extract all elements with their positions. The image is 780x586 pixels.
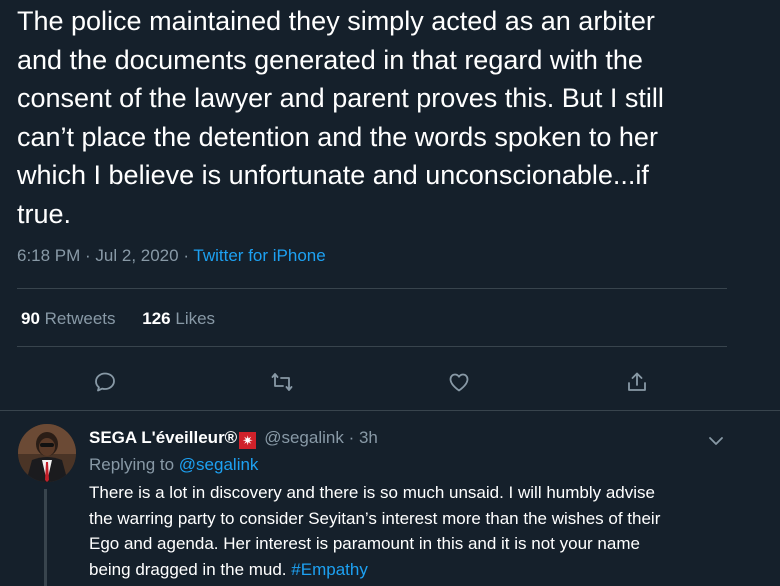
chevron-down-icon[interactable] xyxy=(706,431,726,451)
likes-stat[interactable]: 126 Likes xyxy=(142,309,215,328)
retweets-count: 90 xyxy=(21,309,40,328)
author-handle[interactable]: @segalink xyxy=(264,428,344,447)
avatar[interactable] xyxy=(18,424,76,482)
likes-label: Likes xyxy=(175,309,216,328)
tweet-source-link[interactable]: Twitter for iPhone xyxy=(193,246,325,265)
author-name[interactable]: SEGA L'éveilleur® xyxy=(89,428,237,447)
tweet-stats: 90 Retweets 126 Likes xyxy=(21,309,237,329)
emoji-badge-icon: ✷ xyxy=(239,432,257,449)
divider xyxy=(17,346,727,347)
reply-icon xyxy=(95,372,115,392)
reply-text-container: There is a lot in discovery and there is… xyxy=(89,480,759,582)
reply-header: SEGA L'éveilleur® ✷ @segalink · 3h xyxy=(89,428,378,449)
replying-label: Replying to xyxy=(89,455,175,474)
retweets-label: Retweets xyxy=(44,309,116,328)
like-icon xyxy=(449,373,469,392)
retweet-button[interactable] xyxy=(266,366,298,398)
meta-separator: · xyxy=(178,246,194,265)
reply-text: There is a lot in discovery and there is… xyxy=(89,483,661,579)
replying-to: Replying to @segalink xyxy=(89,455,258,475)
tweet-meta: 6:18 PM · Jul 2, 2020 · Twitter for iPho… xyxy=(17,246,326,266)
tweet-text: The police maintained they simply acted … xyxy=(17,6,664,229)
avatar-image xyxy=(18,424,76,482)
share-icon xyxy=(628,372,646,391)
reply-tweet[interactable]: SEGA L'éveilleur® ✷ @segalink · 3h Replyin… xyxy=(0,411,780,586)
share-button[interactable] xyxy=(621,366,653,398)
thread-line xyxy=(44,489,47,586)
main-tweet: The police maintained they simply acted … xyxy=(0,0,780,410)
reply-time[interactable]: · 3h xyxy=(349,428,378,447)
replying-handle-link[interactable]: @segalink xyxy=(179,455,259,474)
tweet-timestamp[interactable]: 6:18 PM · Jul 2, 2020 xyxy=(17,246,179,265)
retweet-icon xyxy=(271,373,293,391)
divider xyxy=(17,288,727,289)
retweets-stat[interactable]: 90 Retweets xyxy=(21,309,116,328)
tweet-actions xyxy=(0,366,780,398)
likes-count: 126 xyxy=(142,309,171,328)
like-button[interactable] xyxy=(443,366,475,398)
reply-button[interactable] xyxy=(89,366,121,398)
hashtag-link[interactable]: #Empathy xyxy=(291,560,368,579)
